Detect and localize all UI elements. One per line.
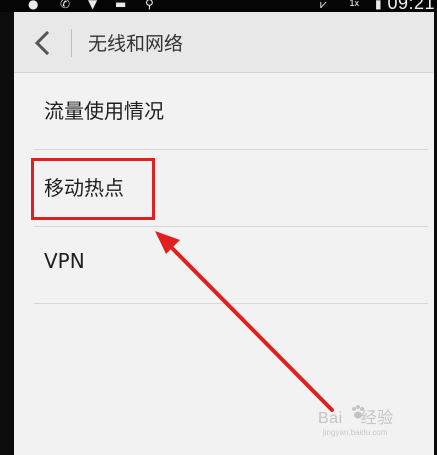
signal-icon: ⩗ bbox=[320, 0, 327, 11]
list-item-label: 流量使用情况 bbox=[44, 99, 164, 123]
phone-icon: ✆ bbox=[60, 0, 71, 11]
data-icon: ● bbox=[28, 0, 39, 11]
action-bar: 无线和网络 bbox=[14, 12, 434, 73]
list-item-label: VPN bbox=[44, 249, 85, 273]
network-type: 1x bbox=[349, 0, 359, 8]
voicemail-icon: ▬ bbox=[115, 0, 127, 11]
list-item-vpn[interactable]: VPN bbox=[14, 227, 434, 304]
paw-icon bbox=[352, 405, 364, 419]
device-frame-left bbox=[0, 0, 14, 455]
divider bbox=[34, 303, 428, 304]
chevron-left-icon[interactable] bbox=[32, 30, 54, 56]
battery-icon: ▮ bbox=[375, 0, 382, 11]
page-title: 无线和网络 bbox=[88, 33, 184, 55]
watermark-brand-left: Bai bbox=[318, 410, 343, 427]
usb-icon: ▼ bbox=[88, 0, 98, 11]
status-bar: ● ✆ ▼ ▬ ⚲ ⩗ 1x ▮ 09:21 bbox=[0, 0, 437, 12]
status-time: 09:21 bbox=[387, 0, 435, 12]
highlight-box bbox=[31, 158, 155, 220]
debug-icon: ⚲ bbox=[145, 0, 154, 11]
watermark-url: jingyan.baidu.com bbox=[323, 428, 388, 437]
list-item-data-usage[interactable]: 流量使用情况 bbox=[14, 73, 434, 150]
action-bar-divider bbox=[71, 29, 72, 57]
